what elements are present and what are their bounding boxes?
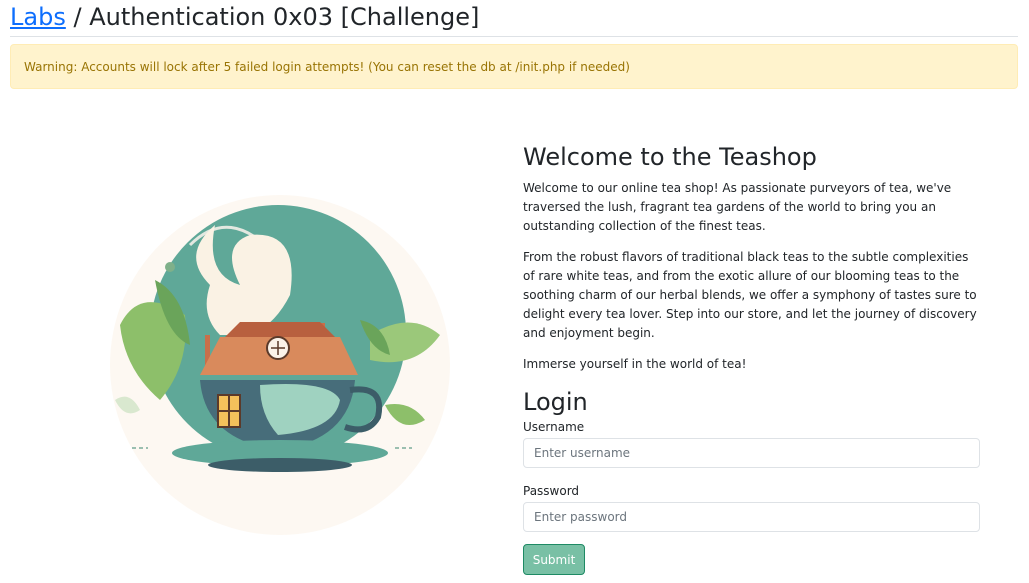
password-input[interactable] (523, 502, 980, 532)
page-header: Labs / Authentication 0x03 [Challenge] (10, 0, 1018, 37)
page-title-text: Authentication 0x03 [Challenge] (89, 3, 480, 31)
page-title: Labs / Authentication 0x03 [Challenge] (10, 0, 1018, 34)
login-form: Username Password Submit (523, 418, 983, 575)
warning-alert-text: Warning: Accounts will lock after 5 fail… (24, 60, 630, 74)
username-label: Username (523, 420, 585, 434)
welcome-heading: Welcome to the Teashop (523, 143, 817, 171)
main-content: Welcome to the Teashop Welcome to our on… (523, 141, 983, 575)
username-input[interactable] (523, 438, 980, 468)
login-heading: Login (523, 388, 588, 416)
teashop-illustration (100, 185, 460, 545)
intro-paragraph: Immerse yourself in the world of tea! (523, 357, 747, 371)
intro-paragraph: Welcome to our online tea shop! As passi… (523, 181, 952, 233)
teapot-house-icon (110, 195, 450, 535)
password-label: Password (523, 484, 580, 498)
warning-alert: Warning: Accounts will lock after 5 fail… (10, 44, 1018, 89)
labs-home-link[interactable]: Labs (10, 3, 66, 31)
intro-paragraph: From the robust flavors of traditional b… (523, 250, 977, 340)
title-separator: / (73, 3, 82, 31)
submit-button[interactable]: Submit (523, 544, 585, 575)
